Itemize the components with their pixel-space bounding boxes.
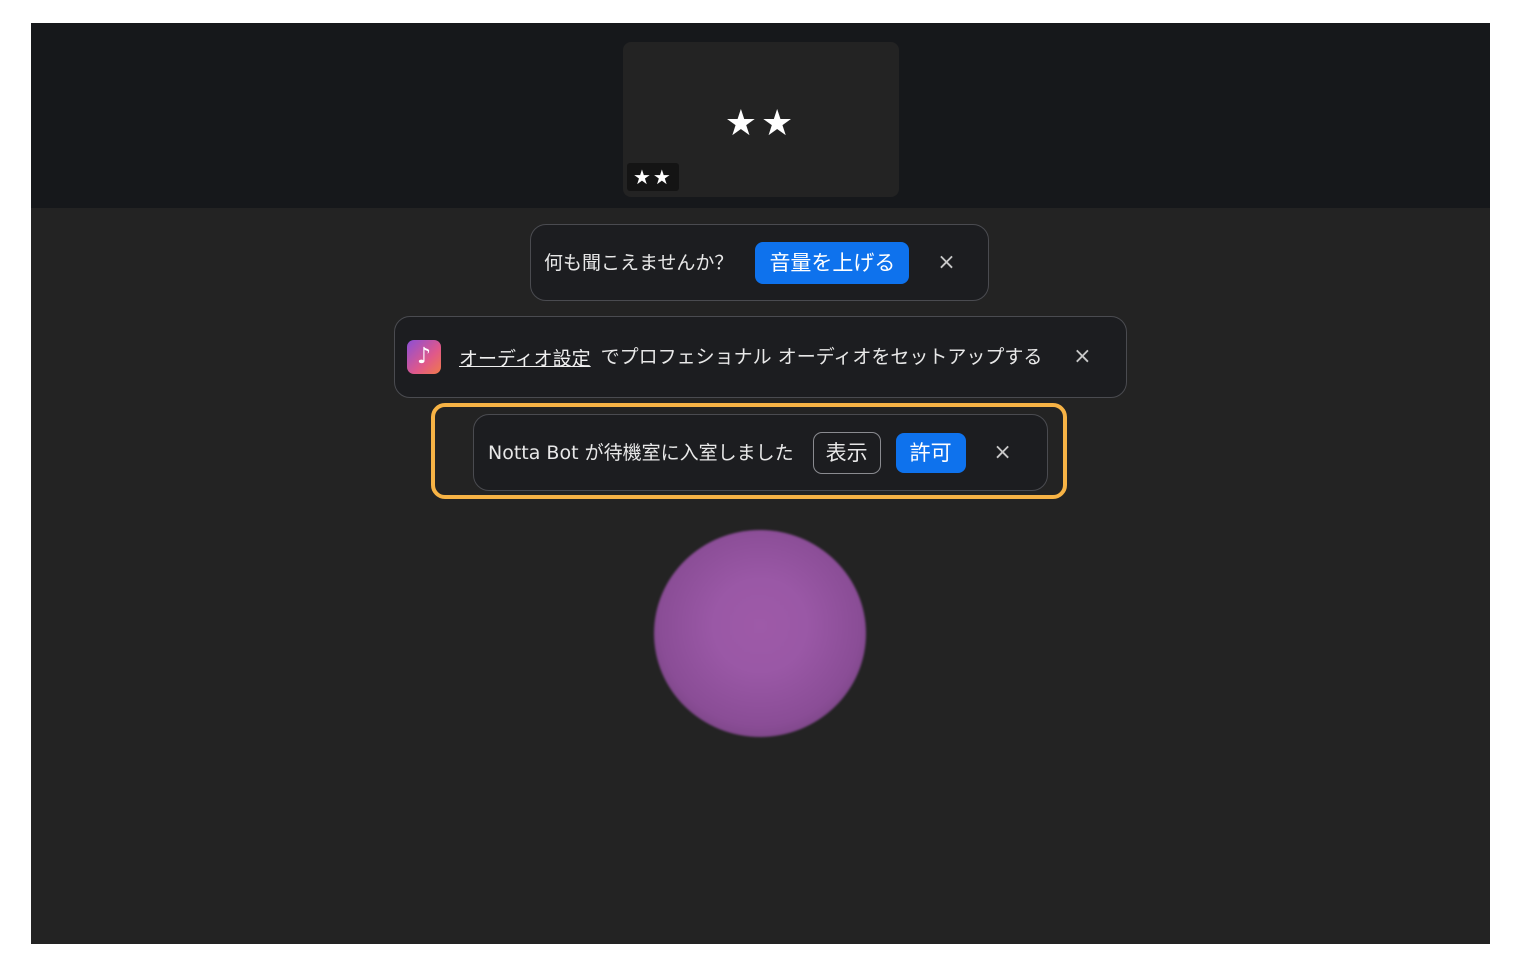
admit-button[interactable]: 許可 (895, 432, 966, 473)
meeting-window: ★★ ★★ 何も聞こえませんか？ 音量を上げる × ♪ オーディオ設定 でプロフ… (31, 23, 1490, 944)
audio-settings-toast: ♪ オーディオ設定 でプロフェショナル オーディオをセットアップする × (394, 316, 1127, 398)
participant-name-masked: ★★ (724, 103, 798, 144)
close-icon[interactable]: × (931, 250, 961, 275)
view-button[interactable]: 表示 (812, 431, 881, 474)
close-icon[interactable]: × (988, 440, 1018, 465)
close-icon[interactable]: × (1067, 345, 1097, 369)
participant-avatar (654, 530, 866, 737)
music-note-icon: ♪ (407, 340, 441, 374)
audio-settings-message: でプロフェショナル オーディオをセットアップする (600, 346, 1043, 368)
waiting-room-toast: Notta Bot が待機室に入室しました 表示 許可 × (473, 414, 1048, 491)
audio-settings-link[interactable]: オーディオ設定 (459, 344, 591, 371)
participant-video-tile[interactable]: ★★ ★★ (623, 42, 899, 197)
participant-label-masked: ★★ (627, 163, 679, 191)
no-audio-toast: 何も聞こえませんか？ 音量を上げる × (530, 224, 989, 301)
increase-volume-button[interactable]: 音量を上げる (755, 241, 910, 284)
gallery-strip: ★★ ★★ (31, 23, 1490, 208)
waiting-room-message: Notta Bot が待機室に入室しました (488, 441, 794, 464)
no-audio-message: 何も聞こえませんか？ (544, 251, 734, 274)
